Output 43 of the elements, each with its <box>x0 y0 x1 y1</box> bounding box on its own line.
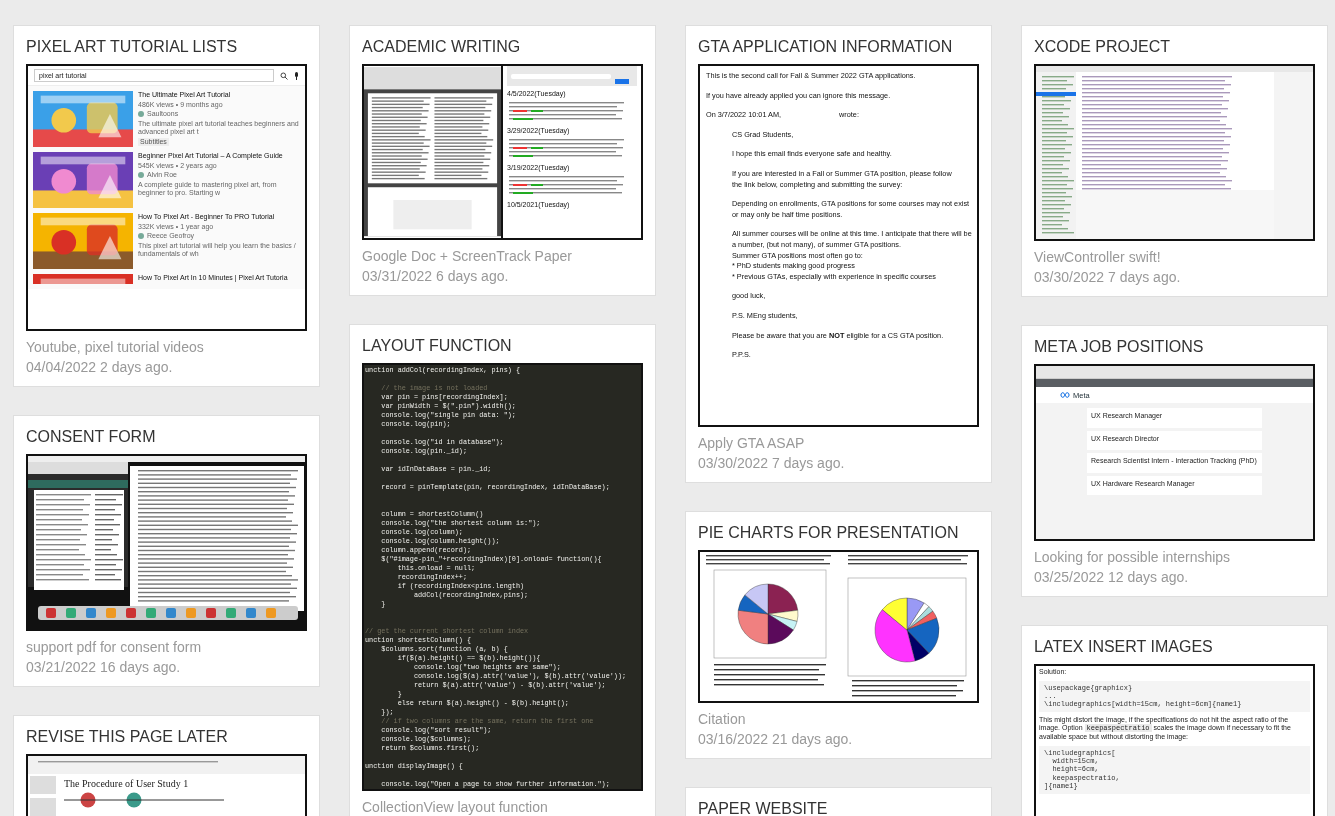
card-date: 03/31/2022 6 days ago. <box>362 267 510 286</box>
note-card[interactable]: XCODE PROJECT ViewController swift! 03/30/2022 7 days ago. <box>1021 25 1328 297</box>
card-caption: Google Doc + ScreenTrack Paper <box>362 247 573 266</box>
card-date: 04/04/2022 2 days ago. <box>26 358 174 377</box>
slide-title: The Procedure of User Study 1 <box>64 778 190 789</box>
card-title: LATEX INSERT IMAGES <box>1034 637 1214 657</box>
card-title: LAYOUT FUNCTION <box>362 336 513 356</box>
card-caption: ViewController swift! <box>1034 248 1162 267</box>
card-caption: CollectionView layout function <box>362 798 549 816</box>
card-title: PIXEL ART TUTORIAL LISTS <box>26 37 239 57</box>
card-title: GTA APPLICATION INFORMATION <box>698 37 954 57</box>
card-caption: Looking for possible internships <box>1034 548 1232 567</box>
card-date: 03/16/2022 21 days ago. <box>698 730 854 749</box>
microphone-icon[interactable] <box>294 71 299 80</box>
note-card[interactable] <box>1021 625 1328 816</box>
avatar-icon <box>138 172 144 179</box>
note-card[interactable]: PAPER WEBSITE <box>685 787 992 816</box>
avatar-icon <box>138 233 144 240</box>
note-card[interactable] <box>1021 325 1328 597</box>
card-date: 03/25/2022 12 days ago. <box>1034 568 1190 587</box>
infinity-logo-icon <box>1060 392 1070 398</box>
card-title: REVISE THIS PAGE LATER <box>26 727 229 747</box>
card-date: 03/30/2022 7 days ago. <box>698 454 846 473</box>
card-title: META JOB POSITIONS <box>1034 337 1205 357</box>
card-caption: Apply GTA ASAP <box>698 434 806 453</box>
note-card[interactable] <box>349 324 656 816</box>
avatar-icon <box>138 111 144 118</box>
card-caption: Youtube, pixel tutorial videos <box>26 338 205 357</box>
card-date: 03/21/2022 16 days ago. <box>26 658 182 677</box>
note-card[interactable]: REVISE THIS PAGE LATER The Procedure of User Study 1 <box>13 715 320 816</box>
card-title: PAPER WEBSITE <box>698 799 829 816</box>
card-title: PIE CHARTS FOR PRESENTATION <box>698 523 960 543</box>
search-icon[interactable] <box>280 71 288 80</box>
note-card[interactable] <box>13 25 320 387</box>
card-date: 03/30/2022 7 days ago. <box>1034 268 1182 287</box>
card-caption: Citation <box>698 710 747 729</box>
card-title: CONSENT FORM <box>26 427 157 447</box>
card-title: ACADEMIC WRITING <box>362 37 522 57</box>
card-caption: support pdf for consent form <box>26 638 203 657</box>
note-card[interactable] <box>685 25 992 483</box>
card-title: XCODE PROJECT <box>1034 37 1171 57</box>
note-card[interactable]: CONSENT FORM support pdf for consent form 03/21/2022 16 days ago. <box>13 415 320 687</box>
note-card[interactable]: PIE CHARTS FOR PRESENTATION Citation 03/16/2022 21 days ago. <box>685 511 992 759</box>
